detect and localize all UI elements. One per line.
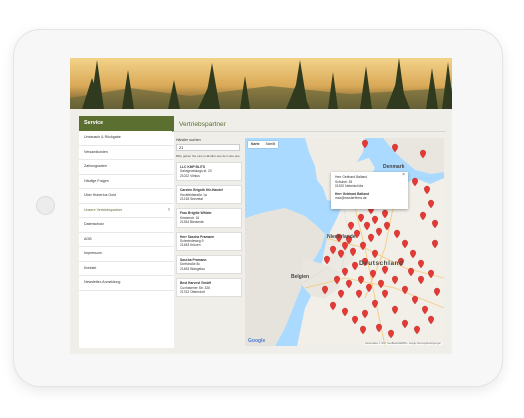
dealer-city: 21354 Bleckede — [180, 220, 204, 225]
chevron-right-icon: › — [168, 206, 170, 213]
map-tab-satellite[interactable]: Satellit — [262, 141, 278, 148]
info-email[interactable]: max@musterfirma.de — [335, 196, 404, 201]
sidebar-item-privacy[interactable]: Datenschutz — [79, 218, 174, 233]
dealer-city: 21762 Otterndorf — [180, 289, 205, 294]
website-screen: Service Umtausch & Rückgabe Versandkoste… — [70, 58, 452, 354]
sidebar-item-shipping[interactable]: Versandkosten — [79, 146, 174, 160]
sidebar-item-terms[interactable]: AGB — [79, 233, 174, 247]
sidebar-item-label: Newsletter-Anmeldung — [84, 280, 121, 284]
main-content: Vertriebspartner Händler suchen 21 Bitte… — [172, 116, 446, 348]
sidebar-item-newsletter[interactable]: Newsletter-Anmeldung — [79, 276, 174, 291]
sidebar-item-returns[interactable]: Umtausch & Rückgabe — [79, 131, 174, 146]
dealer-map[interactable]: Karte Satellit Denmark Niederlande Deuts… — [245, 138, 444, 346]
close-icon[interactable]: × — [402, 173, 405, 178]
sidebar-item-label: Umtausch & Rückgabe — [84, 135, 121, 139]
sidebar-item-label: Über Hubertus Gold — [84, 193, 116, 197]
dealer-card[interactable]: Carsten Brigoth Kfz-Handel Huckfeldstraß… — [176, 185, 242, 205]
sidebar-item-partners[interactable]: Unsere Vertriebspartner › — [79, 204, 174, 218]
sidebar-item-label: Häufige Fragen — [84, 178, 109, 183]
dealer-card[interactable]: Sascha Pramann Dorfstraße 8c 21483 Wange… — [176, 254, 242, 275]
sidebar-item-label: Zahlungsarten — [84, 164, 107, 168]
dealer-city: 21022 Vilnius — [180, 173, 200, 178]
search-label: Händler suchen — [176, 138, 201, 142]
sidebar-item-label: AGB — [84, 236, 92, 241]
sidebar-item-faq[interactable]: Häufige Fragen — [79, 175, 174, 189]
dealer-list: Händler suchen 21 Bitte geben Sie einen … — [176, 138, 242, 298]
sidebar-item-payment[interactable]: Zahlungsarten — [79, 160, 174, 175]
sidebar-item-label: Unsere Vertriebspartner — [84, 207, 123, 212]
map-label-belgium: Belgien — [291, 274, 310, 280]
forest-banner — [70, 58, 452, 109]
map-label-denmark: Denmark — [383, 164, 405, 170]
sidebar-item-imprint[interactable]: Impressum — [79, 247, 174, 262]
search-hint: Bitte geben Sie einen Händler aus der Li… — [176, 154, 241, 158]
dealer-city: 21483 Wangelau — [180, 266, 205, 271]
dealer-city: 21483 Krüzen — [180, 243, 201, 248]
map-canvas[interactable] — [245, 138, 444, 346]
dealer-card[interactable]: Frau Brigitte Wittekr Kirstenstr. 16 213… — [176, 208, 242, 228]
google-logo: Google — [248, 338, 266, 344]
map-attribution[interactable]: Kartendaten © 2017 GeoBasis-DE/BKG, Goog… — [364, 342, 442, 345]
page-title: Vertriebspartner — [172, 118, 446, 132]
map-label-netherlands: Niederlande — [327, 234, 356, 240]
map-type-toggle[interactable]: Karte Satellit — [248, 141, 279, 148]
sidebar: Service Umtausch & Rückgabe Versandkoste… — [79, 116, 174, 348]
sidebar-item-about[interactable]: Über Hubertus Gold — [79, 189, 174, 204]
map-label-germany: Deutschland — [359, 260, 404, 267]
sidebar-item-contact[interactable]: Kontakt — [79, 262, 174, 276]
sidebar-title: Service — [79, 116, 174, 131]
dealer-card[interactable]: Herr Sascha Pramann Schmiedeweg 9 21483 … — [176, 231, 242, 251]
sidebar-item-label: Datenschutz — [84, 222, 104, 226]
map-info-window: × Herr Gebhard Balland Schulstr. 35 0192… — [331, 172, 408, 209]
sidebar-item-label: Versandkosten — [84, 149, 108, 154]
dealer-search-input[interactable]: 21 — [176, 144, 240, 151]
map-tab-map[interactable]: Karte — [248, 141, 262, 148]
dealer-city: 21218 Seevetal — [180, 197, 203, 202]
home-button[interactable] — [36, 196, 55, 215]
sidebar-item-label: Impressum — [84, 251, 102, 255]
dealer-card[interactable]: Best Harvest GmbH Cuxhavener Str. 326 21… — [176, 278, 242, 298]
dealer-card[interactable]: LLC KMP BLITS Sahsgrodskogs st. 20 21022… — [176, 162, 242, 182]
sidebar-item-label: Kontakt — [84, 265, 97, 270]
